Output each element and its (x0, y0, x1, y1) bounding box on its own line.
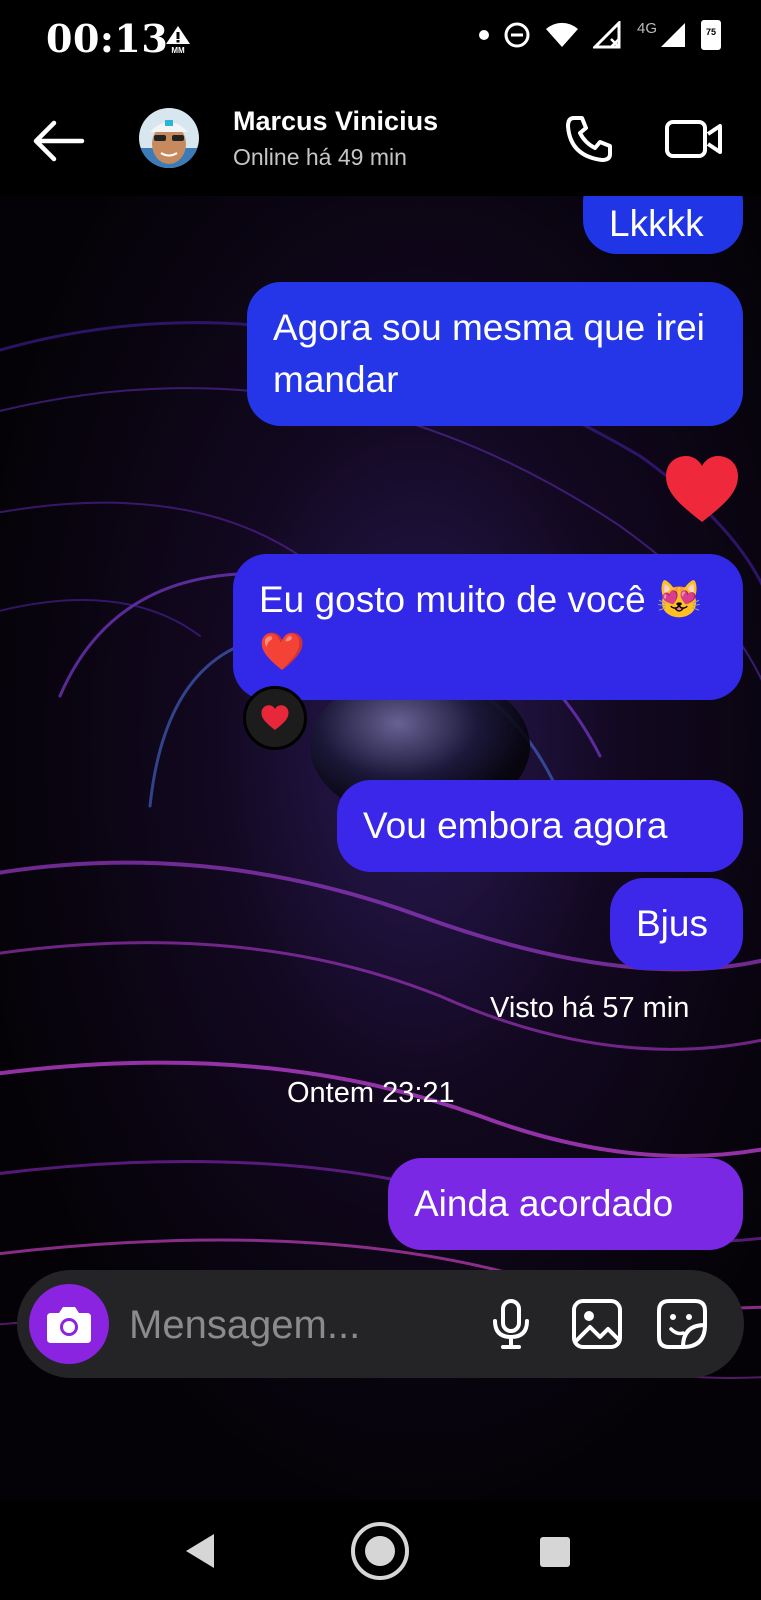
image-icon[interactable] (570, 1297, 624, 1351)
message-composer (17, 1270, 744, 1378)
back-arrow-icon[interactable] (30, 116, 90, 166)
status-bar: 00:13 MM 4G 75 (0, 0, 761, 80)
camera-button[interactable] (29, 1284, 109, 1364)
battery-icon: 75 (701, 20, 721, 50)
alert-icon: MM (166, 26, 190, 54)
avatar[interactable] (139, 108, 199, 168)
message-bubble[interactable]: Bjus (610, 878, 743, 970)
svg-text:MM: MM (171, 46, 185, 54)
contact-name[interactable]: Marcus Vinicius (233, 106, 438, 137)
wifi-icon (545, 22, 578, 47)
message-bubble[interactable]: Vou embora agora (337, 780, 743, 872)
reaction-badge[interactable] (243, 686, 307, 750)
message-bubble[interactable]: Eu gosto muito de você 😻❤️ (233, 554, 743, 700)
chat-header: Marcus Vinicius Online há 49 min (0, 80, 761, 196)
message-input[interactable] (127, 1292, 471, 1358)
battery-level: 75 (705, 27, 716, 37)
video-camera-icon[interactable] (664, 112, 724, 166)
signal-no-data-icon (592, 21, 621, 49)
heart-emoji-message[interactable] (662, 454, 742, 531)
sticker-icon[interactable] (655, 1297, 709, 1351)
camera-icon (47, 1307, 91, 1343)
timestamp-divider: Ontem 23:21 (287, 1077, 455, 1109)
message-bubble[interactable]: Ainda acordado (388, 1158, 743, 1250)
heart-icon (666, 456, 738, 522)
microphone-icon[interactable] (484, 1297, 538, 1351)
seen-indicator: Visto há 57 min (490, 992, 690, 1024)
recents-square-icon[interactable] (539, 1536, 571, 1568)
message-bubble[interactable]: Lkkkk (583, 196, 743, 254)
do-not-disturb-icon (504, 22, 530, 48)
contact-status: Online há 49 min (233, 144, 407, 170)
status-time: 00:13 (46, 16, 169, 61)
chat-area[interactable]: Lkkkk Agora sou mesma que irei mandar Eu… (0, 196, 761, 1500)
message-bubble[interactable]: Agora sou mesma que irei mandar (247, 282, 743, 426)
status-icons: 4G 75 (478, 19, 721, 50)
back-triangle-icon[interactable] (184, 1532, 218, 1570)
signal-4g-icon (661, 23, 685, 47)
system-nav-bar (0, 1500, 761, 1600)
heart-icon (261, 705, 289, 730)
home-circle-icon[interactable] (349, 1520, 411, 1582)
signal-network-label: 4G (636, 19, 657, 37)
phone-icon[interactable] (562, 112, 616, 166)
dot-icon (478, 30, 489, 40)
